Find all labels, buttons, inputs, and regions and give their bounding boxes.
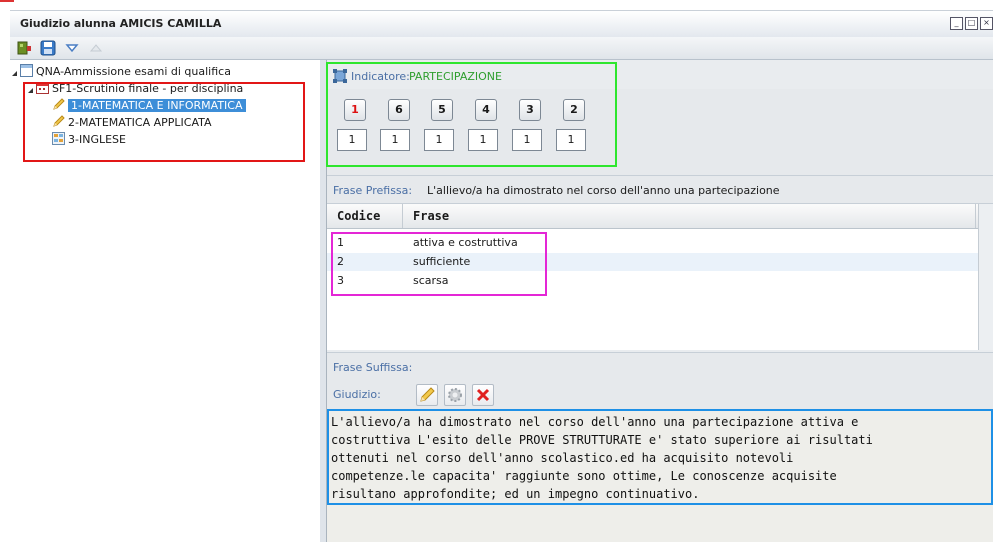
indicator-value-field[interactable]: 1: [512, 129, 542, 151]
indicator-value-field[interactable]: 1: [556, 129, 586, 151]
tree-group[interactable]: SF1-Scrutinio finale - per disciplina: [36, 81, 243, 97]
frase-prefissa-row: Frase Prefissa: L'allievo/a ha dimostrat…: [327, 176, 993, 204]
frase-suffissa-row: Frase Suffissa:: [327, 352, 993, 381]
frase-prefissa-value: L'allievo/a ha dimostrato nel corso dell…: [427, 184, 780, 197]
indicator-button-2[interactable]: 2: [563, 99, 585, 121]
indicator-value-field[interactable]: 1: [468, 129, 498, 151]
cell-codice: 2: [337, 255, 344, 268]
maximize-icon[interactable]: □: [965, 17, 978, 30]
table-row[interactable]: 2 sufficiente: [327, 253, 978, 271]
indicator-button-6[interactable]: 6: [388, 99, 410, 121]
tree-root-label: QNA-Ammissione esami di qualifica: [36, 65, 231, 78]
form-icon: [20, 64, 33, 77]
indicatore-header: Indicatore: PARTECIPAZIONE: [327, 63, 993, 90]
indicator-button-5[interactable]: 5: [431, 99, 453, 121]
triangle-up-icon[interactable]: [88, 40, 104, 56]
indicatore-label: Indicatore:: [351, 70, 410, 83]
triangle-down-icon[interactable]: [64, 40, 80, 56]
giudizio-label: Giudizio:: [333, 388, 381, 401]
cell-frase: scarsa: [413, 274, 449, 287]
indicator-value-field[interactable]: 1: [337, 129, 367, 151]
cell-codice: 3: [337, 274, 344, 287]
toolbar: [10, 37, 993, 60]
panel-splitter[interactable]: [320, 60, 327, 542]
indicator-button-1[interactable]: 1: [344, 99, 366, 121]
indicator-icon: [333, 69, 347, 86]
expand-group-icon[interactable]: [28, 88, 33, 93]
indicatore-value: PARTECIPAZIONE: [409, 70, 502, 83]
tree-item-label: 3-INGLESE: [68, 133, 126, 146]
tree-item-matematica-applicata[interactable]: 2-MATEMATICA APPLICATA: [52, 115, 212, 131]
column-divider[interactable]: [402, 204, 403, 228]
giudizio-toolbar: Giudizio:: [327, 380, 993, 409]
table-row[interactable]: 1 attiva e costruttiva: [327, 234, 978, 252]
delete-x-icon[interactable]: [472, 384, 494, 406]
close-icon[interactable]: ×: [980, 17, 993, 30]
tree-root[interactable]: QNA-Ammissione esami di qualifica: [20, 64, 231, 80]
pencil-icon: [52, 98, 65, 111]
edit-pencil-button[interactable]: [416, 384, 438, 406]
indicator-value-field[interactable]: 1: [380, 129, 410, 151]
table-row[interactable]: 3 scarsa: [327, 272, 978, 290]
frase-prefissa-label: Frase Prefissa:: [333, 184, 413, 197]
tree-group-label: SF1-Scrutinio finale - per disciplina: [52, 82, 244, 95]
tree-item-label: 1-MATEMATICA E INFORMATICA: [68, 99, 246, 112]
giudizio-textarea[interactable]: L'allievo/a ha dimostrato nel corso dell…: [327, 409, 993, 542]
cell-frase: attiva e costruttiva: [413, 236, 518, 249]
window-titlebar: Giudizio alunna AMICIS CAMILLA _ □ ×: [10, 10, 993, 38]
column-divider: [975, 204, 976, 228]
gear-icon[interactable]: [444, 384, 466, 406]
grid-header: Codice Frase: [327, 204, 993, 229]
window-title: Giudizio alunna AMICIS CAMILLA: [20, 17, 222, 30]
grid-scrollbar[interactable]: [978, 204, 993, 350]
indicator-value-field[interactable]: 1: [424, 129, 454, 151]
top-accent-line: [0, 0, 14, 2]
indicatore-values-area: 1 6 5 4 3 2 1 1 1 1 1 1: [327, 89, 993, 176]
expand-root-icon[interactable]: [12, 71, 17, 76]
grid-icon: [52, 132, 65, 145]
tree-panel: QNA-Ammissione esami di qualifica SF1-Sc…: [10, 60, 321, 542]
cell-frase: sufficiente: [413, 255, 471, 268]
exit-door-icon[interactable]: [16, 40, 32, 56]
giudizio-text: L'allievo/a ha dimostrato nel corso dell…: [331, 415, 873, 501]
column-header-codice[interactable]: Codice: [337, 209, 380, 223]
cell-codice: 1: [337, 236, 344, 249]
pencil-icon: [52, 115, 65, 128]
grid-body: 1 attiva e costruttiva 2 sufficiente 3 s…: [327, 229, 978, 350]
frase-suffissa-label: Frase Suffissa:: [333, 361, 413, 374]
save-disk-icon[interactable]: [40, 40, 56, 56]
minimize-icon[interactable]: _: [950, 17, 963, 30]
column-header-frase[interactable]: Frase: [413, 209, 449, 223]
calendar-icon: [36, 81, 49, 94]
window-controls: _ □ ×: [950, 17, 993, 30]
tree-item-inglese[interactable]: 3-INGLESE: [52, 132, 126, 148]
indicator-button-4[interactable]: 4: [475, 99, 497, 121]
indicator-button-3[interactable]: 3: [519, 99, 541, 121]
tree-item-label: 2-MATEMATICA APPLICATA: [68, 116, 212, 129]
tree-item-matematica-informatica[interactable]: 1-MATEMATICA E INFORMATICA: [52, 98, 246, 114]
